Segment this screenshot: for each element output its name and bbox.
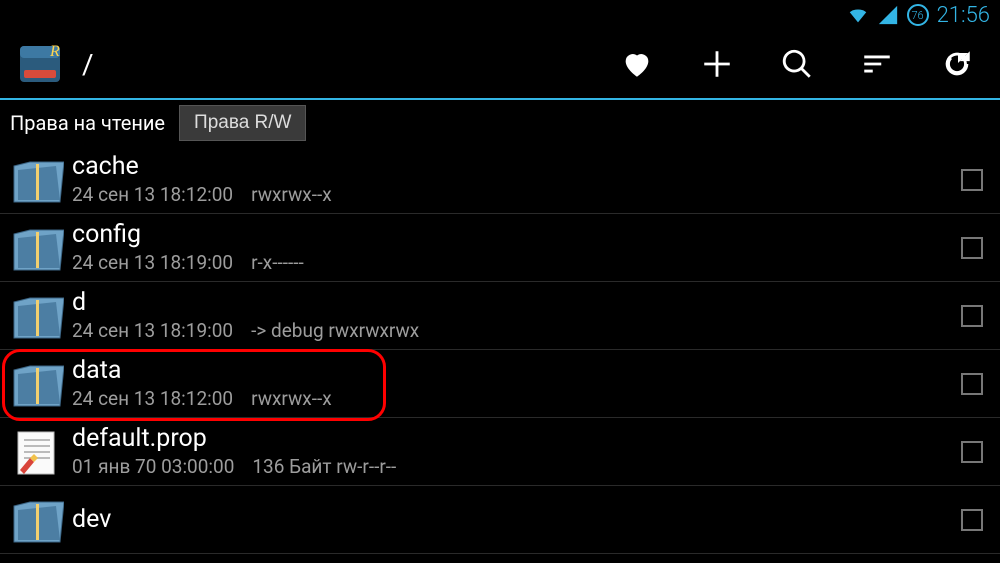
folder-icon [0,292,68,340]
item-name: cache [72,153,954,181]
list-item[interactable]: config24 сен 13 18:19:00 r-x------ [0,214,1000,282]
current-path[interactable]: / [82,48,620,81]
refresh-icon[interactable] [940,47,974,81]
item-meta: 24 сен 13 18:19:00 -> debug rwxrwxrwx [72,319,954,342]
item-checkbox[interactable] [954,237,990,259]
list-item[interactable]: default.prop01 янв 70 03:00:00 136 Байт r… [0,418,1000,486]
list-item[interactable]: dev [0,486,1000,554]
search-icon[interactable] [780,47,814,81]
item-perm: rwxrwx--x [251,183,332,206]
permission-rw-button[interactable]: Права R/W [179,105,306,141]
item-date: 24 сен 13 18:19:00 [72,251,233,274]
item-name: dev [72,506,954,534]
list-item[interactable]: d24 сен 13 18:19:00 -> debug rwxrwxrwx [0,282,1000,350]
folder-icon [0,224,68,272]
item-meta: 24 сен 13 18:19:00 r-x------ [72,251,954,274]
folder-icon [0,496,68,544]
signal-icon [877,4,899,26]
item-checkbox[interactable] [954,373,990,395]
favorite-icon[interactable] [620,47,654,81]
item-name: default.prop [72,425,954,453]
item-date: 24 сен 13 18:19:00 [72,319,233,342]
list-item[interactable]: cache24 сен 13 18:12:00 rwxrwx--x [0,146,1000,214]
status-bar: 76 21:56 [0,0,1000,30]
file-list: cache24 сен 13 18:12:00rwxrwx--xconfig24… [0,146,1000,554]
svg-text:R: R [49,43,60,60]
add-icon[interactable] [700,47,734,81]
list-item[interactable]: data24 сен 13 18:12:00 rwxrwx--x [0,350,1000,418]
item-perm: -> debug rwxrwxrwx [251,319,419,342]
folder-icon [0,360,68,408]
item-perm: r-x------ [251,251,304,274]
item-checkbox[interactable] [954,169,990,191]
item-text: data24 сен 13 18:12:00 rwxrwx--x [68,357,954,410]
battery-icon: 76 [907,4,929,26]
action-bar: R / [0,30,1000,100]
folder-icon [0,156,68,204]
item-meta: 24 сен 13 18:12:00 rwxrwx--x [72,183,954,206]
item-meta: 01 янв 70 03:00:00 136 Байт rw-r--r-- [72,455,954,478]
item-date: 24 сен 13 18:12:00 [72,387,233,410]
item-meta: 24 сен 13 18:12:00 rwxrwx--x [72,387,954,410]
item-text: cache24 сен 13 18:12:00 rwxrwx--x [68,153,954,206]
item-name: d [72,289,954,317]
item-checkbox[interactable] [954,305,990,327]
item-text: default.prop01 янв 70 03:00:00 136 Байт r… [68,425,954,478]
file-icon [0,428,68,476]
item-name: config [72,221,954,249]
item-perm: 136 Байт rw-r--r-- [252,455,396,478]
sort-icon[interactable] [860,47,894,81]
item-perm: rwxrwx--x [251,387,332,410]
item-name: data [72,357,954,385]
item-checkbox[interactable] [954,441,990,463]
item-text: d24 сен 13 18:19:00 -> debug rwxrwxrwx [68,289,954,342]
permission-row: Права на чтение Права R/W [0,100,1000,146]
item-text: config24 сен 13 18:19:00 r-x------ [68,221,954,274]
item-date: 01 янв 70 03:00:00 [72,455,234,478]
app-icon[interactable]: R [16,40,64,88]
wifi-icon [847,4,869,26]
item-text: dev [68,506,954,534]
item-date: 24 сен 13 18:12:00 [72,183,233,206]
item-checkbox[interactable] [954,509,990,531]
battery-percent: 76 [911,9,923,22]
clock: 21:56 [937,3,990,28]
action-icons [620,47,984,81]
permission-read-label: Права на чтение [10,111,165,135]
